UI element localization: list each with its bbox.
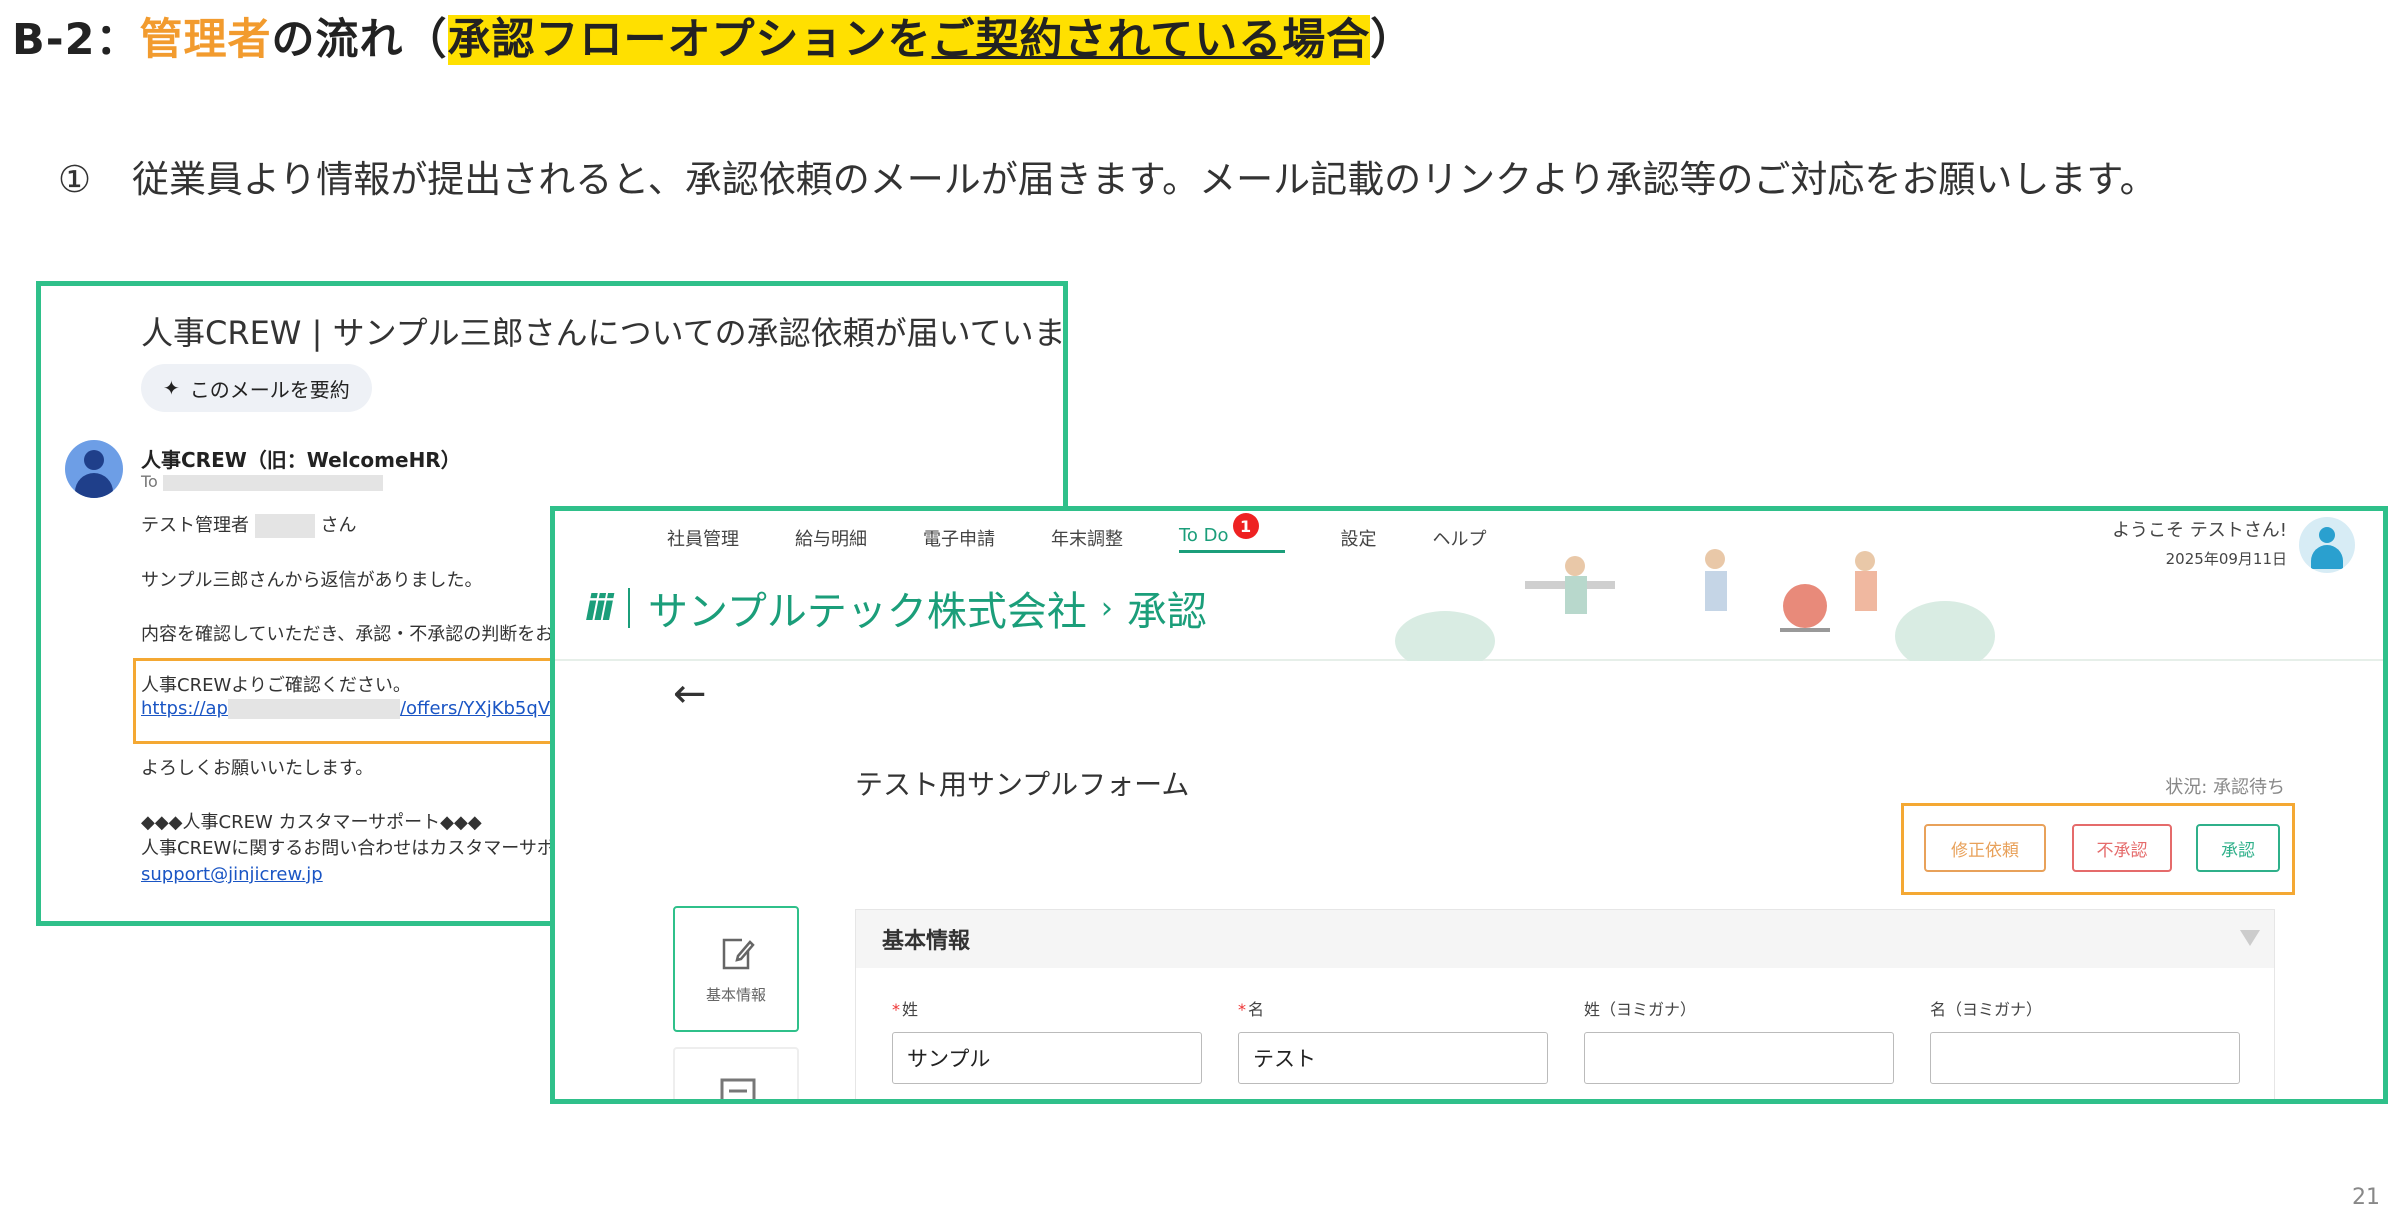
nav-employee-management[interactable]: 社員管理 [667, 525, 739, 553]
basic-info-section: 基本情報 * 姓 サンプル * 名 テスト 姓（ヨミガナ） 名（ヨミガナ） [855, 909, 2275, 1099]
first-name-kana-input[interactable] [1930, 1032, 2240, 1084]
last-name-kana-input[interactable] [1584, 1032, 1894, 1084]
support-title: ◆◆◆人事CREW カスタマーサポート◆◆◆ [141, 812, 482, 833]
email-body-line: 内容を確認していただき、承認・不承認の判断をお [141, 624, 554, 645]
email-sender: 人事CREW（旧：WelcomeHR） [141, 448, 461, 472]
sparkle-icon: ✦ [163, 376, 180, 400]
slide-title: B-2：管理者の流れ（承認フローオプションをご契約されている場合） [12, 8, 1414, 72]
nav-todo[interactable]: To Do 1 [1179, 513, 1285, 553]
company-breadcrumb: iii サンプルテック株式会社 › 承認 [585, 579, 1207, 637]
section-header[interactable]: 基本情報 [856, 910, 2274, 968]
required-mark: * [892, 1000, 900, 1019]
chevron-right-icon: › [1100, 590, 1113, 626]
user-avatar-icon[interactable] [2299, 517, 2355, 573]
side-tab-basic-info[interactable]: 基本情報 [673, 906, 799, 1032]
nav-e-filing[interactable]: 電子申請 [923, 525, 995, 553]
support-line: 人事CREWに関するお問い合わせはカスタマーサポ [141, 838, 555, 859]
divider [628, 588, 631, 628]
sender-avatar-icon [65, 440, 123, 498]
welcome-block: ようこそ テストさん! 2025年09月11日 [2112, 517, 2287, 573]
nav-settings[interactable]: 設定 [1341, 525, 1377, 553]
top-nav: 社員管理 給与明細 電子申請 年末調整 To Do 1 設定 ヘルプ [667, 513, 1543, 553]
support-email-link[interactable]: support@jinjicrew.jp [141, 864, 323, 885]
nav-year-end-adjustment[interactable]: 年末調整 [1051, 525, 1123, 553]
approve-button[interactable]: 承認 [2196, 824, 2280, 872]
app-screenshot: 社員管理 給与明細 電子申請 年末調整 To Do 1 設定 ヘルプ iii サン… [550, 506, 2388, 1104]
title-role: 管理者 [139, 15, 272, 65]
side-tab-label: 基本情報 [705, 985, 766, 1004]
link-suffix: /offers/YXjKb5qVW [399, 698, 568, 719]
action-highlight-box: 修正依頼 不承認 承認 [1901, 803, 2295, 895]
reject-button[interactable]: 不承認 [2072, 824, 2172, 872]
request-revision-button[interactable]: 修正依頼 [1924, 824, 2046, 872]
email-confirm-line: 人事CREWよりご確認ください。 [141, 675, 411, 696]
redacted-block [254, 514, 315, 538]
approval-status: 状況: 承認待ち [2165, 777, 2285, 798]
back-arrow-icon[interactable]: ← [673, 671, 707, 717]
email-recipient: To [141, 472, 383, 491]
todo-count-badge: 1 [1232, 513, 1259, 539]
page-name: 承認 [1126, 589, 1207, 635]
edit-document-icon [722, 938, 755, 969]
summarize-label: このメールを要約 [189, 377, 350, 402]
field-label: * 姓 [892, 996, 1202, 1020]
nav-help[interactable]: ヘルプ [1433, 525, 1487, 553]
current-date: 2025年09月11日 [2165, 550, 2287, 568]
last-name-kana-field: 姓（ヨミガナ） [1584, 996, 1894, 1084]
title-prefix: B-2： [12, 15, 140, 65]
email-body-line: サンプル三郎さんから返信がありました。 [141, 570, 483, 591]
summarize-button[interactable]: ✦ このメールを要約 [141, 364, 372, 412]
welcome-text: ようこそ テストさん! [2112, 520, 2287, 541]
email-subject: 人事CREW | サンプル三郎さんについての承認依頼が届いています [141, 314, 1068, 352]
jinjicrew-logo: iii [585, 587, 614, 629]
section-title: 基本情報 [882, 929, 971, 954]
email-greeting: テスト管理者 さん [141, 511, 356, 538]
company-name: サンプルテック株式会社 [648, 589, 1087, 635]
first-name-input[interactable]: テスト [1238, 1032, 1548, 1084]
to-label: To [141, 472, 158, 491]
field-label-text: 姓 [902, 1000, 919, 1019]
approval-link[interactable]: https://ap/offers/YXjKb5qVW [141, 698, 568, 719]
step-text: 従業員より情報が提出されると、承認依頼のメールが届きます。メール記載のリンクより… [132, 158, 2157, 201]
field-label-text: 名 [1248, 1000, 1265, 1019]
field-label: 姓（ヨミガナ） [1584, 1000, 1697, 1019]
redacted-block [227, 699, 400, 719]
step-number: ① [58, 158, 92, 201]
form-title: テスト用サンプルフォーム [855, 768, 1190, 801]
title-highlight-underline: ご契約されている [931, 15, 1283, 65]
greeting-prefix: テスト管理者 [141, 515, 249, 536]
nav-payslips[interactable]: 給与明細 [795, 525, 867, 553]
list-document-icon [720, 1078, 756, 1099]
app-header: 社員管理 給与明細 電子申請 年末調整 To Do 1 設定 ヘルプ iii サン… [555, 511, 2383, 661]
last-name-input[interactable]: サンプル [892, 1032, 1202, 1084]
title-mid: の流れ（ [271, 15, 448, 65]
required-mark: * [1238, 1000, 1246, 1019]
title-highlight-a: 承認フローオプションを [447, 15, 932, 65]
link-prefix: https://ap [141, 698, 228, 719]
last-name-field: * 姓 サンプル [892, 996, 1202, 1084]
side-tab-next[interactable] [673, 1047, 799, 1099]
title-close: ） [1370, 15, 1415, 65]
field-label: 名（ヨミガナ） [1930, 1000, 2043, 1019]
collapse-caret-icon[interactable] [2240, 930, 2260, 946]
redacted-block [162, 474, 383, 491]
email-closing: よろしくお願いいたします。 [141, 758, 374, 779]
first-name-field: * 名 テスト [1238, 996, 1548, 1084]
greeting-suffix: さん [320, 515, 357, 536]
first-name-kana-field: 名（ヨミガナ） [1930, 996, 2240, 1084]
title-highlight: 承認フローオプションをご契約されている場合 [447, 15, 1371, 65]
step-instruction: ① 従業員より情報が提出されると、承認依頼のメールが届きます。メール記載のリンクよ… [58, 152, 2157, 208]
nav-todo-label: To Do [1179, 525, 1229, 546]
title-highlight-b: 場合 [1282, 15, 1371, 65]
page-number: 21 [2352, 1185, 2380, 1206]
field-label: * 名 [1238, 996, 1548, 1020]
